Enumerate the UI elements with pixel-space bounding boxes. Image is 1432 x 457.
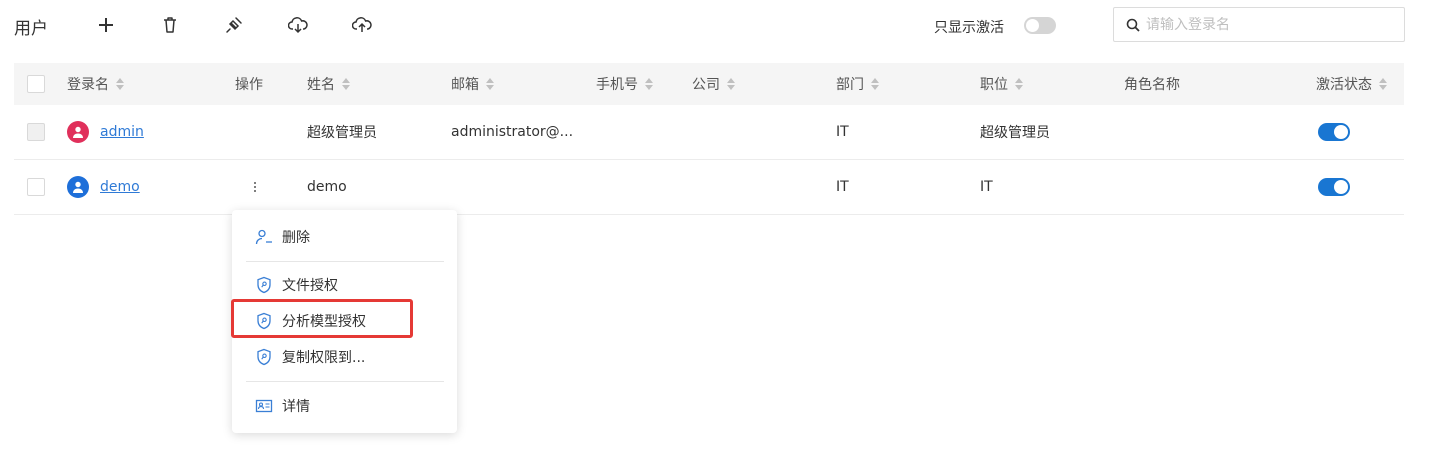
highlight-box: [231, 299, 413, 338]
sort-icon[interactable]: [342, 78, 350, 90]
avatar: [67, 121, 89, 143]
column-label: 职位: [980, 77, 1008, 93]
column-label: 登录名: [67, 77, 109, 93]
shield-key-icon: [255, 276, 273, 294]
only-active-label: 只显示激活: [934, 20, 1004, 36]
upload-button[interactable]: [349, 12, 375, 38]
add-button[interactable]: [93, 12, 119, 38]
table-header: 登录名 操作 姓名 邮箱 手机号 公司 部门 职位 角色名称 激活状态: [14, 63, 1404, 105]
login-cell: demo: [67, 160, 140, 214]
row-checkbox[interactable]: [27, 123, 45, 141]
menu-item-label: 文件授权: [282, 278, 338, 294]
add-icon: [99, 18, 113, 32]
column-label: 激活状态: [1316, 77, 1372, 93]
shield-key-icon: [255, 348, 273, 366]
row-checkbox[interactable]: [27, 178, 45, 196]
search-input[interactable]: [1146, 16, 1386, 33]
column-header-login[interactable]: 登录名: [67, 63, 124, 105]
column-header-role: 角色名称: [1124, 63, 1180, 105]
menu-item-label: 详情: [282, 399, 310, 415]
search-box[interactable]: [1113, 7, 1405, 42]
sort-icon[interactable]: [871, 78, 879, 90]
table-row: admin 超级管理员 administrator@... IT 超级管理员: [14, 105, 1404, 160]
active-toggle[interactable]: [1318, 123, 1350, 141]
id-card-icon: [255, 397, 273, 415]
only-active-toggle[interactable]: [1024, 17, 1056, 34]
toggle-knob: [1334, 180, 1348, 194]
column-header-phone[interactable]: 手机号: [596, 63, 653, 105]
user-remove-icon: [255, 228, 273, 246]
department-cell: IT: [836, 179, 849, 195]
login-link[interactable]: admin: [100, 124, 144, 140]
menu-item-details[interactable]: 详情: [232, 389, 457, 423]
select-all-checkbox[interactable]: [27, 75, 45, 93]
department-cell: IT: [836, 124, 849, 140]
sort-icon[interactable]: [486, 78, 494, 90]
user-icon: [73, 126, 83, 138]
column-header-email[interactable]: 邮箱: [451, 63, 494, 105]
column-label: 部门: [836, 77, 864, 93]
cloud-download-icon: [288, 17, 308, 34]
user-icon: [73, 181, 83, 193]
column-header-company[interactable]: 公司: [692, 63, 735, 105]
toggle-knob: [1334, 125, 1348, 139]
position-cell: 超级管理员: [980, 125, 1050, 141]
email-cell: administrator@...: [451, 124, 574, 140]
sort-icon[interactable]: [1015, 78, 1023, 90]
column-label: 邮箱: [451, 77, 479, 93]
login-cell: admin: [67, 105, 144, 159]
menu-divider: [246, 261, 444, 262]
column-header-active[interactable]: 激活状态: [1316, 63, 1387, 105]
column-label: 手机号: [596, 77, 638, 93]
column-label: 操作: [235, 77, 263, 93]
search-icon: [1126, 18, 1140, 32]
login-link[interactable]: demo: [100, 179, 140, 195]
column-header-position[interactable]: 职位: [980, 63, 1023, 105]
menu-item-copy-permission[interactable]: 复制权限到...: [232, 340, 457, 374]
name-cell: 超级管理员: [307, 125, 377, 141]
menu-divider: [246, 381, 444, 382]
column-header-action: 操作: [235, 63, 263, 105]
connect-button[interactable]: [221, 12, 247, 38]
avatar: [67, 176, 89, 198]
column-label: 公司: [692, 77, 720, 93]
position-cell: IT: [980, 179, 993, 195]
sort-icon[interactable]: [645, 78, 653, 90]
table-row: demo demo IT IT: [14, 160, 1404, 215]
plug-icon: [226, 17, 242, 33]
download-button[interactable]: [285, 12, 311, 38]
menu-item-label: 删除: [282, 230, 310, 246]
sort-icon[interactable]: [116, 78, 124, 90]
menu-item-delete[interactable]: 删除: [232, 220, 457, 254]
column-header-department[interactable]: 部门: [836, 63, 879, 105]
delete-button[interactable]: [157, 12, 183, 38]
column-header-name[interactable]: 姓名: [307, 63, 350, 105]
toggle-knob: [1026, 19, 1039, 32]
name-cell: demo: [307, 179, 347, 195]
menu-item-label: 复制权限到...: [282, 350, 366, 366]
more-actions-icon[interactable]: [247, 176, 263, 198]
active-toggle[interactable]: [1318, 178, 1350, 196]
menu-item-file-permission[interactable]: 文件授权: [232, 268, 457, 302]
sort-icon[interactable]: [1379, 78, 1387, 90]
page-title: 用户: [14, 19, 48, 39]
cloud-upload-icon: [352, 17, 372, 32]
column-label: 姓名: [307, 77, 335, 93]
sort-icon[interactable]: [727, 78, 735, 90]
column-label: 角色名称: [1124, 77, 1180, 93]
delete-icon: [164, 17, 176, 33]
